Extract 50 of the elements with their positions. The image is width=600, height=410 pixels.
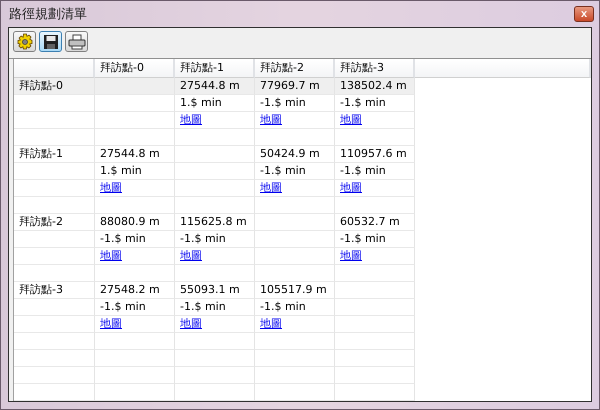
row-header: 拜訪點-2 — [14, 214, 95, 231]
table-row[interactable]: 拜訪點-2 88080.9 m 115625.8 m 60532.7 m — [14, 214, 591, 231]
map-link[interactable]: 地圖 — [100, 317, 122, 330]
table-cell: 50424.9 m — [255, 146, 335, 163]
row-header: 拜訪點-3 — [14, 282, 95, 299]
table-cell: 88080.9 m — [95, 214, 175, 231]
map-link[interactable]: 地圖 — [340, 249, 362, 262]
table-cell: 27548.2 m — [95, 282, 175, 299]
table-cell: 115625.8 m — [175, 214, 255, 231]
table-cell: 105517.9 m — [255, 282, 335, 299]
map-link[interactable]: 地圖 — [260, 113, 282, 126]
table-cell: 27544.8 m — [175, 78, 255, 95]
window-title: 路徑規劃清單 — [8, 6, 87, 23]
gear-icon — [16, 32, 34, 50]
save-button[interactable] — [39, 31, 62, 52]
table-row[interactable]: 拜訪點-0 27544.8 m 77969.7 m 138502.4 m — [14, 78, 415, 95]
map-link[interactable]: 地圖 — [100, 181, 122, 194]
table-cell: 77969.7 m — [255, 78, 335, 95]
map-link[interactable]: 地圖 — [180, 249, 202, 262]
table-cell: -1.$ min — [175, 299, 255, 316]
table-cell: -1.$ min — [335, 95, 415, 112]
table-row[interactable]: 拜訪點-3 27548.2 m 55093.1 m 105517.9 m — [14, 282, 591, 299]
settings-button[interactable] — [13, 31, 36, 52]
map-link[interactable]: 地圖 — [340, 181, 362, 194]
table-cell: -1.$ min — [255, 163, 335, 180]
table-cell: -1.$ min — [255, 299, 335, 316]
table-cell: -1.$ min — [335, 163, 415, 180]
table-cell: -1.$ min — [175, 231, 255, 248]
map-link[interactable]: 地圖 — [180, 317, 202, 330]
print-button[interactable] — [65, 31, 88, 52]
map-link[interactable]: 地圖 — [260, 317, 282, 330]
table-cell: -1.$ min — [95, 299, 175, 316]
table-cell: -1.$ min — [335, 231, 415, 248]
table-cell: 110957.6 m — [335, 146, 415, 163]
row-header: 拜訪點-0 — [14, 78, 95, 95]
table-row[interactable]: 拜訪點-1 27544.8 m 50424.9 m 110957.6 m — [14, 146, 591, 163]
table-cell: 1.$ min — [175, 95, 255, 112]
map-link[interactable]: 地圖 — [260, 181, 282, 194]
table-cell: 1.$ min — [95, 163, 175, 180]
table-cell: 55093.1 m — [175, 282, 255, 299]
map-link[interactable]: 地圖 — [340, 113, 362, 126]
table-cell: 27544.8 m — [95, 146, 175, 163]
row-header: 拜訪點-1 — [14, 146, 95, 163]
table-cell: 60532.7 m — [335, 214, 415, 231]
map-link[interactable]: 地圖 — [180, 113, 202, 126]
table-cell: 138502.4 m — [335, 78, 415, 95]
map-link[interactable]: 地圖 — [100, 249, 122, 262]
table-cell: -1.$ min — [255, 95, 335, 112]
printer-icon — [68, 34, 86, 50]
table-cell: -1.$ min — [95, 231, 175, 248]
